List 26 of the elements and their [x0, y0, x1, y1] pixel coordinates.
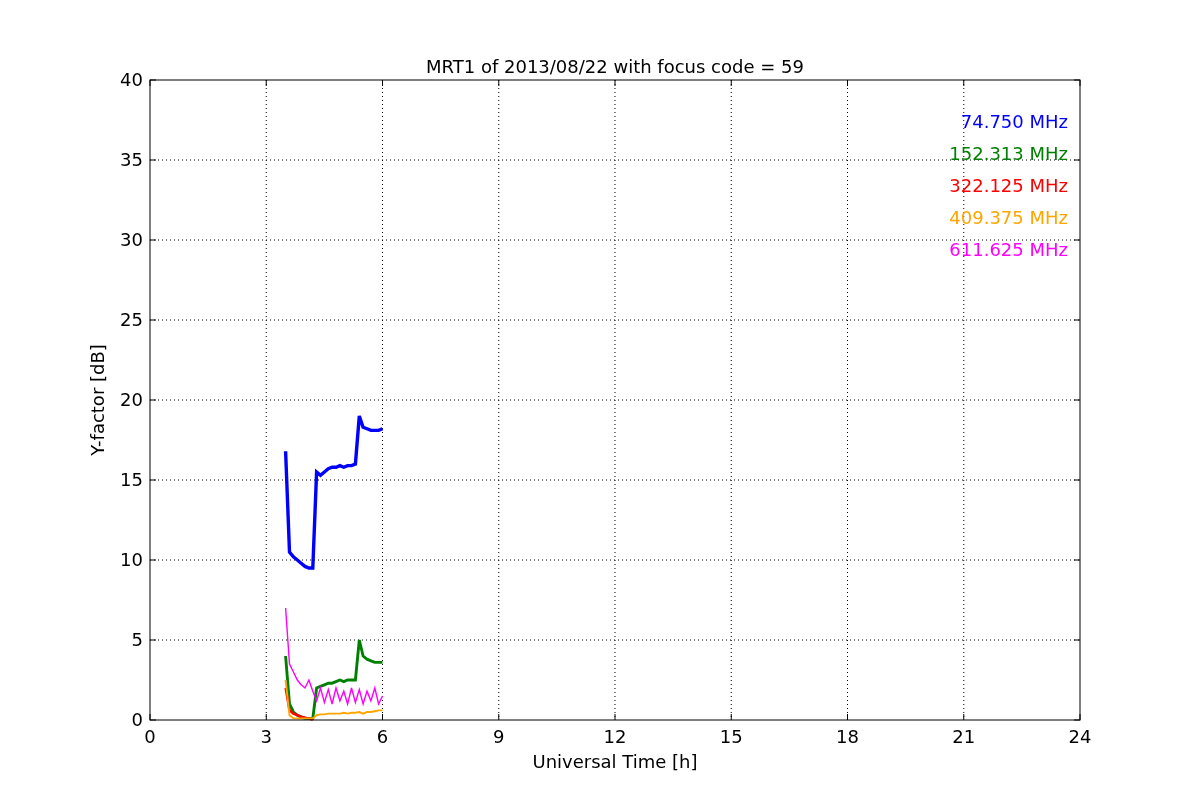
x-tick-label: 18 [836, 726, 859, 747]
x-tick-label: 12 [603, 726, 627, 747]
x-tick-label: 0 [144, 726, 156, 747]
y-tick-label: 10 [120, 549, 143, 570]
legend-label: 409.375 MHz [949, 207, 1068, 228]
y-tick-label: 20 [120, 389, 143, 410]
y-axis-label: Y-factor [dB] [87, 344, 108, 456]
y-tick-label: 30 [120, 229, 143, 250]
legend-label: 74.750 MHz [960, 111, 1068, 132]
y-tick-label: 40 [120, 69, 143, 90]
y-tick-label: 25 [120, 309, 143, 330]
y-tick-label: 15 [120, 469, 143, 490]
legend-label: 152.313 MHz [949, 143, 1068, 164]
x-tick-label: 6 [376, 726, 389, 747]
y-tick-label: 5 [131, 629, 143, 650]
x-tick-label: 9 [493, 726, 505, 747]
x-tick-label: 15 [719, 726, 743, 747]
y-tick-label: 0 [131, 709, 143, 730]
x-tick-label: 24 [1068, 726, 1092, 747]
legend-label: 611.625 MHz [949, 239, 1068, 260]
chart-title: MRT1 of 2013/08/22 with focus code = 59 [426, 56, 804, 77]
x-tick-label: 3 [260, 726, 272, 747]
x-tick-label: 21 [952, 726, 976, 747]
y-tick-label: 35 [120, 149, 143, 170]
legend-label: 322.125 MHz [949, 175, 1068, 196]
x-axis-label: Universal Time [h] [532, 751, 698, 772]
